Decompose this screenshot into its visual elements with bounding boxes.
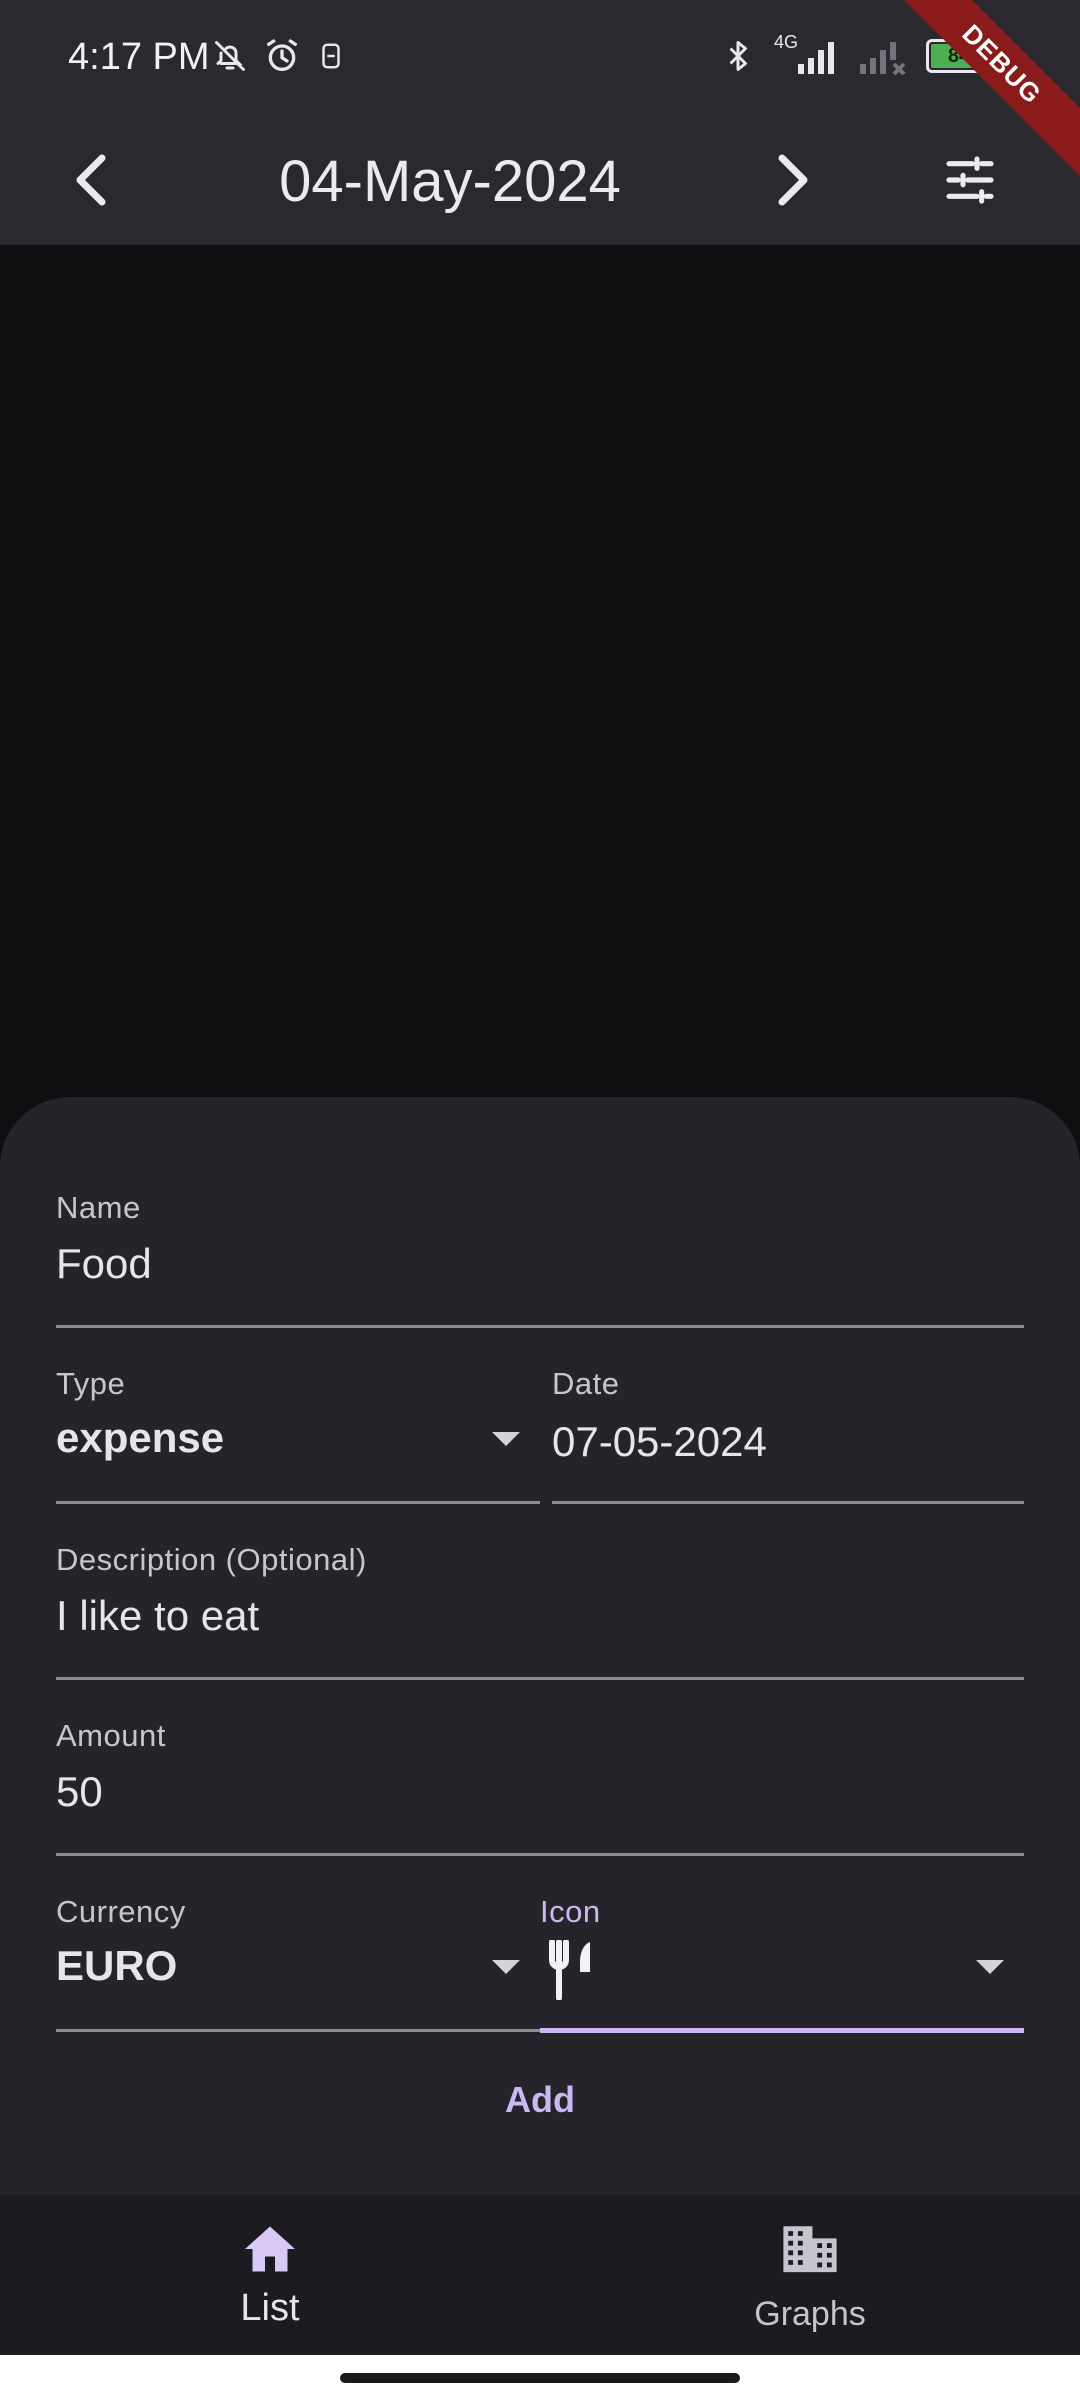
bell-off-icon bbox=[215, 41, 245, 71]
tune-icon bbox=[946, 156, 994, 204]
date-field[interactable]: Date 07-05-2024 bbox=[552, 1366, 1024, 1506]
type-dropdown[interactable]: Type expense bbox=[56, 1366, 540, 1506]
date-underline bbox=[552, 1501, 1024, 1504]
restaurant-icon bbox=[549, 1940, 590, 2000]
next-day-button[interactable] bbox=[752, 140, 832, 220]
building-icon bbox=[783, 2226, 837, 2273]
nav-item-list-label: List bbox=[240, 2287, 300, 2329]
home-gesture-bar[interactable] bbox=[340, 2373, 740, 2383]
nav-item-list[interactable]: List bbox=[0, 2195, 540, 2355]
type-value: expense bbox=[56, 1414, 225, 1461]
alarm-icon bbox=[267, 39, 297, 71]
icon-dropdown[interactable]: Icon bbox=[540, 1894, 1024, 2034]
amount-label: Amount bbox=[56, 1718, 166, 1753]
chevron-left-icon bbox=[76, 154, 106, 206]
name-label: Name bbox=[56, 1190, 141, 1225]
chevron-down-icon bbox=[492, 1960, 520, 1974]
previous-day-button[interactable] bbox=[52, 140, 132, 220]
status-left-icons bbox=[212, 36, 346, 76]
nav-item-graphs[interactable]: Graphs bbox=[540, 2195, 1080, 2355]
signal-icon: 4G bbox=[774, 32, 840, 76]
top-bar: 4:17 PM 4G 84 DEBUG 04-May-2024 bbox=[0, 0, 1080, 245]
signal-no-service-icon bbox=[860, 42, 906, 76]
page-title[interactable]: 04-May-2024 bbox=[200, 132, 700, 232]
description-field[interactable]: Description (Optional) I like to eat bbox=[56, 1542, 1024, 1682]
amount-value: 50 bbox=[56, 1768, 103, 1815]
currency-value: EURO bbox=[56, 1942, 178, 1989]
app-bar: 04-May-2024 bbox=[0, 118, 1080, 245]
chevron-down-icon bbox=[976, 1960, 1004, 1974]
bottom-navigation: List Graphs bbox=[0, 2195, 1080, 2355]
type-underline bbox=[56, 1501, 540, 1504]
sim-icon bbox=[322, 43, 340, 69]
description-underline bbox=[56, 1677, 1024, 1680]
description-value: I like to eat bbox=[56, 1592, 260, 1639]
amount-field[interactable]: Amount 50 bbox=[56, 1718, 1024, 1858]
chevron-down-icon bbox=[492, 1432, 520, 1446]
status-time: 4:17 PM bbox=[68, 36, 210, 78]
type-label: Type bbox=[56, 1366, 126, 1401]
description-label: Description (Optional) bbox=[56, 1542, 367, 1577]
icon-underline bbox=[540, 2028, 1024, 2033]
icon-label: Icon bbox=[540, 1894, 601, 1929]
name-underline bbox=[56, 1325, 1024, 1328]
currency-dropdown[interactable]: Currency EURO bbox=[56, 1894, 540, 2034]
name-field[interactable]: Name Food bbox=[56, 1190, 1024, 1330]
currency-label: Currency bbox=[56, 1894, 186, 1929]
date-label: Date bbox=[552, 1366, 620, 1401]
screen: 4:17 PM 4G 84 DEBUG 04-May-2024 Name Foo… bbox=[0, 0, 1080, 2400]
add-button[interactable]: Add bbox=[440, 2070, 640, 2130]
status-bar: 4:17 PM 4G 84 bbox=[0, 0, 1080, 118]
name-value: Food bbox=[56, 1240, 152, 1287]
currency-underline bbox=[56, 2029, 540, 2032]
chevron-right-icon bbox=[778, 154, 808, 206]
bluetooth-icon bbox=[729, 41, 747, 71]
filter-button[interactable] bbox=[930, 140, 1010, 220]
home-icon bbox=[245, 2226, 295, 2272]
amount-underline bbox=[56, 1853, 1024, 1856]
date-value: 07-05-2024 bbox=[552, 1418, 767, 1465]
nav-item-graphs-label: Graphs bbox=[754, 2295, 866, 2333]
